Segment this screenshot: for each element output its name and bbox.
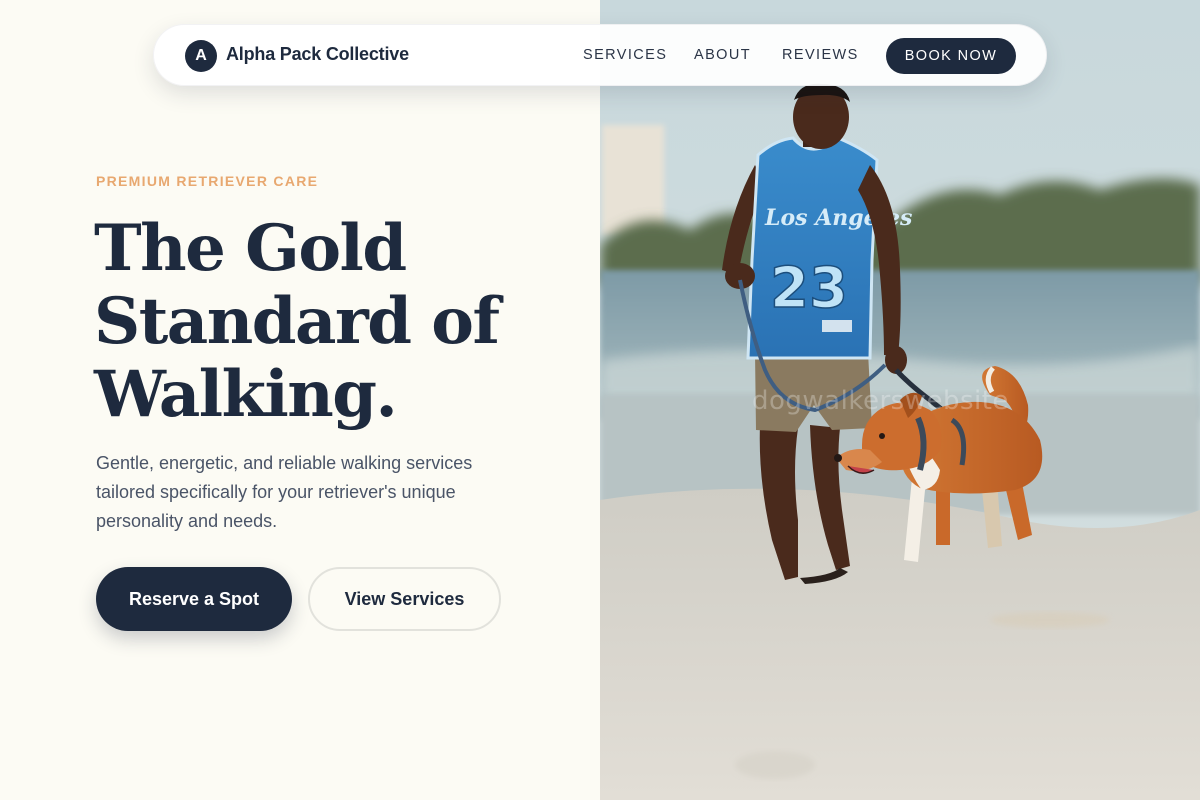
top-navbar: A Alpha Pack Collective SERVICES ABOUT R…	[153, 24, 1047, 86]
nav-link-about[interactable]: ABOUT	[694, 47, 751, 63]
distant-building	[602, 125, 664, 235]
book-now-button[interactable]: BOOK NOW	[886, 38, 1016, 74]
hero-eyebrow: PREMIUM RETRIEVER CARE	[96, 173, 319, 189]
view-services-button[interactable]: View Services	[308, 567, 501, 631]
hero-subtitle: Gentle, energetic, and reliable walking …	[96, 453, 473, 531]
hero-title-line: The Gold	[94, 211, 407, 286]
brand-name[interactable]: Alpha Pack Collective	[226, 44, 409, 65]
jersey-number: 23	[770, 256, 848, 321]
nav-link-reviews[interactable]: REVIEWS	[782, 47, 859, 63]
brand-logo-icon[interactable]: A	[185, 40, 217, 72]
watermark: dogwalkerswebsite	[752, 386, 1009, 416]
hero-title-line: Standard of	[94, 284, 500, 359]
sand	[600, 488, 1200, 800]
hero-title-line: Walking.	[94, 357, 398, 432]
reserve-spot-button[interactable]: Reserve a Spot	[96, 567, 292, 631]
hero-photo: Los Angeles 23 dogwalkerswebsite	[600, 0, 1200, 800]
nav-link-services[interactable]: SERVICES	[583, 47, 667, 63]
hero-title: The Gold Standard of Walking.	[94, 212, 574, 431]
